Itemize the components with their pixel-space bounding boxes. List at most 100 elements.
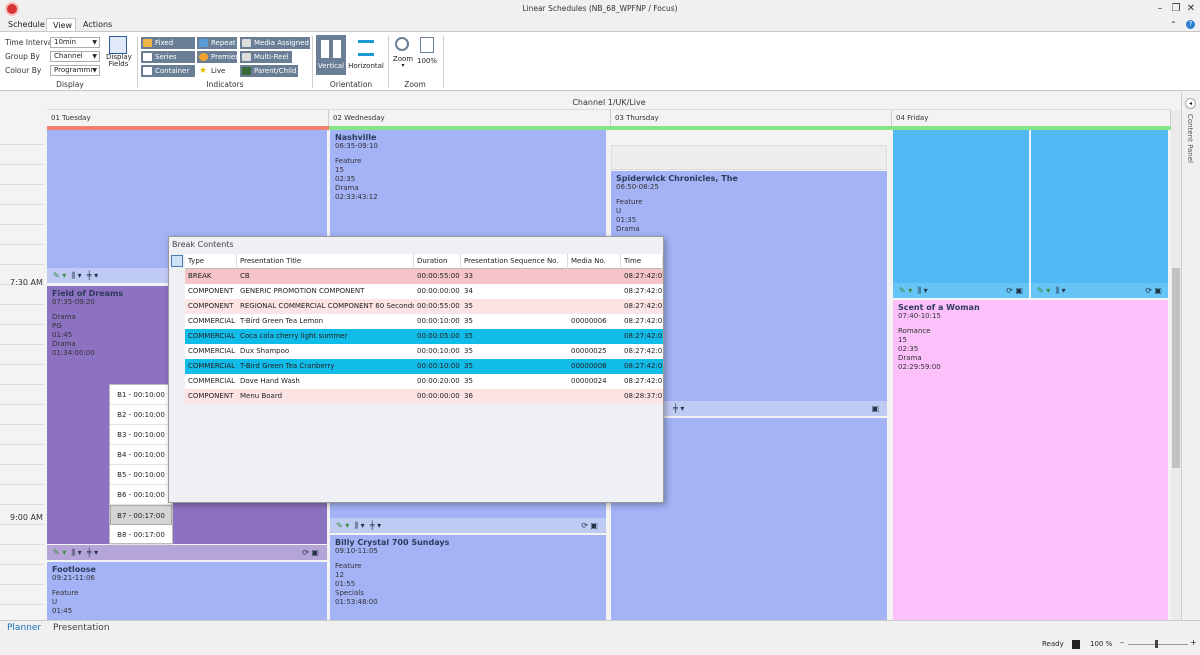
media-icon[interactable]: ▣: [871, 401, 879, 416]
zoom-in-icon[interactable]: +: [1190, 638, 1197, 647]
programme-footloose[interactable]: Footloose 09:21-11:06 Feature U 01:45: [47, 562, 327, 620]
menu-view[interactable]: View: [46, 18, 76, 32]
cell-title: CB: [240, 272, 250, 280]
column-header-media[interactable]: Media No.: [568, 254, 621, 269]
break-item[interactable]: B3 - 00:10:00: [110, 425, 172, 445]
column-header-duration[interactable]: Duration: [414, 254, 461, 269]
column-header-sequence[interactable]: Presentation Sequence No.: [461, 254, 568, 269]
edit-pencil-icon[interactable]: ✎ ▾: [336, 521, 349, 530]
indicator-multi-reel[interactable]: Multi-Reel: [240, 51, 292, 63]
indicator-media-assigned[interactable]: Media Assigned: [240, 37, 310, 49]
help-icon[interactable]: ?: [1186, 20, 1195, 29]
indicator-fixed-event[interactable]: Fixed Event: [141, 37, 195, 59]
status-bar: Ready 100 % – +: [0, 636, 1200, 655]
split-icon[interactable]: ╪ ▾: [87, 548, 98, 557]
edit-pencil-icon[interactable]: ✎ ▾: [1037, 286, 1050, 295]
cell-media: [568, 329, 621, 344]
indicator-live[interactable]: ★ Live: [197, 65, 237, 77]
edit-pencil-icon[interactable]: ✎ ▾: [53, 548, 66, 557]
minimize-icon[interactable]: –: [1153, 2, 1167, 16]
table-row[interactable]: COMMERCIAL Dove Hand Wash 00:00:20:00 35 000…: [185, 374, 663, 389]
break-item[interactable]: B1 - 00:10:00: [110, 385, 172, 405]
indicator-premier[interactable]: Premier: [197, 51, 238, 63]
zoom-out-icon[interactable]: –: [1120, 638, 1124, 647]
zoom-100-button[interactable]: 100%: [416, 35, 438, 75]
column-header-time[interactable]: Time: [621, 254, 663, 269]
split-icon[interactable]: ╪ ▾: [673, 404, 684, 413]
cell-media: [568, 389, 621, 404]
menu-schedule[interactable]: Schedule: [2, 18, 51, 32]
column-header-title[interactable]: Presentation Title: [237, 254, 414, 269]
content-panel[interactable]: ◂ Content Panel: [1181, 92, 1200, 620]
break-item[interactable]: B2 - 00:10:00: [110, 405, 172, 425]
programme-title: Scent of a Woman: [898, 303, 980, 312]
indicator-repeat[interactable]: Repeat: [197, 37, 237, 49]
indicator-parent-child[interactable]: Parent/Child: [240, 65, 298, 77]
panel-expand-icon[interactable]: ◂: [1185, 98, 1196, 109]
columns-icon[interactable]: ⫼ ▾: [354, 521, 364, 530]
columns-icon[interactable]: ⫼ ▾: [71, 271, 81, 280]
programme-block[interactable]: [1031, 130, 1168, 283]
time-gridline: [0, 344, 44, 345]
cell-seq: 35: [464, 362, 473, 370]
collapse-ribbon-icon[interactable]: ⌃: [1170, 20, 1177, 29]
programme-billy-crystal[interactable]: Billy Crystal 700 Sundays 09:10-11:05 Fe…: [330, 535, 606, 620]
time-gridline: [0, 204, 44, 205]
break-item[interactable]: B8 - 00:17:00: [110, 525, 172, 545]
programme-scent-of-a-woman[interactable]: Scent of a Woman 07:40-10:15 Romance 15 …: [893, 300, 1168, 620]
columns-icon[interactable]: ⫼ ▾: [917, 286, 927, 295]
vertical-scrollbar[interactable]: [1171, 110, 1181, 620]
tab-planner[interactable]: Planner: [7, 623, 41, 633]
table-row[interactable]: BREAK CB 00:00:55:00 33 08:27:42:02: [185, 269, 663, 284]
programme-detail: Drama: [616, 225, 640, 233]
zoom-slider[interactable]: [1128, 644, 1188, 645]
indicator-series[interactable]: Series: [141, 51, 195, 63]
cell-title: Menu Board: [240, 392, 283, 400]
scrollbar-thumb[interactable]: [1172, 268, 1180, 468]
programme-detail: 15: [335, 166, 344, 174]
break-item-selected[interactable]: B7 - 00:17:00: [110, 505, 172, 525]
columns-icon[interactable]: ⫼ ▾: [1055, 286, 1065, 295]
group-by-combo[interactable]: Channel ▼: [50, 51, 100, 62]
close-icon[interactable]: ✕: [1184, 2, 1198, 16]
zoom-button[interactable]: Zoom ▾: [392, 35, 414, 75]
orientation-vertical-button[interactable]: Vertical: [316, 35, 346, 75]
menu-actions[interactable]: Actions: [77, 18, 118, 32]
break-item[interactable]: B6 - 00:10:00: [110, 485, 172, 505]
sync-media-icon[interactable]: ⟳ ▣: [581, 518, 598, 533]
cell-time: 08:27:42:02: [624, 287, 663, 295]
cell-seq: 36: [464, 392, 473, 400]
columns-icon[interactable]: ⫼ ▾: [71, 548, 81, 557]
cell-type: COMPONENT: [188, 287, 234, 295]
break-item[interactable]: B4 - 00:10:00: [110, 445, 172, 465]
table-row[interactable]: COMMERCIAL Dux Shampoo 00:00:10:00 35 000000…: [185, 344, 663, 359]
indicator-container[interactable]: Container: [141, 65, 195, 77]
grid-options-icon[interactable]: [171, 255, 183, 267]
restore-icon[interactable]: ❐: [1169, 2, 1183, 16]
colour-by-combo[interactable]: Programmr ▼: [50, 65, 100, 76]
zoom-slider-thumb[interactable]: [1155, 640, 1158, 648]
table-row[interactable]: COMPONENT REGIONAL COMMERCIAL COMPONENT 6…: [185, 299, 663, 314]
orientation-horizontal-button[interactable]: Horizontal: [348, 35, 384, 75]
table-row[interactable]: COMMERCIAL Coca cola cherry light summer 0…: [185, 329, 663, 344]
tab-presentation[interactable]: Presentation: [53, 623, 110, 633]
split-icon[interactable]: ╪ ▾: [370, 521, 381, 530]
split-icon[interactable]: ╪ ▾: [87, 271, 98, 280]
programme-title: Nashville: [335, 133, 377, 142]
sync-media-icon[interactable]: ⟳ ▣: [302, 545, 319, 560]
edit-pencil-icon[interactable]: ✎ ▾: [899, 286, 912, 295]
time-interval-combo[interactable]: 10min ▼: [50, 37, 100, 48]
edit-pencil-icon[interactable]: ✎ ▾: [53, 271, 66, 280]
sync-media-icon[interactable]: ⟳ ▣: [1006, 283, 1023, 298]
break-item[interactable]: B5 - 00:10:00: [110, 465, 172, 485]
sync-media-icon[interactable]: ⟳ ▣: [1145, 283, 1162, 298]
column-header-type[interactable]: Type: [185, 254, 237, 269]
programme-detail: Romance: [898, 327, 931, 335]
table-row[interactable]: COMPONENT GENERIC PROMOTION COMPONENT 00:0…: [185, 284, 663, 299]
programme-block[interactable]: [893, 130, 1029, 283]
table-row[interactable]: COMMERCIAL T-Bird Green Tea Lemon 00:00:10…: [185, 314, 663, 329]
table-row[interactable]: COMPONENT Menu Board 00:00:00:00 36 08:28:37…: [185, 389, 663, 404]
display-fields-button[interactable]: Display Fields: [106, 36, 132, 74]
table-row[interactable]: COMMERCIAL T-Bird Green Tea Cranberry 00:0…: [185, 359, 663, 374]
cell-seq: 35: [464, 302, 473, 310]
